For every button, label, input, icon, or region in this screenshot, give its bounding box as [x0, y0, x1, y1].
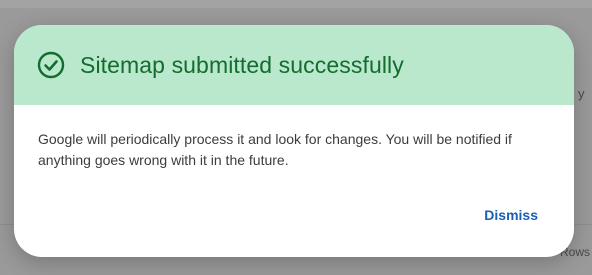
dialog-message: Google will periodically process it and … — [38, 131, 512, 168]
dialog-title: Sitemap submitted successfully — [80, 51, 404, 78]
background-top-bar — [0, 0, 592, 8]
dialog-header: Sitemap submitted successfully — [14, 25, 574, 105]
check-circle-icon — [36, 50, 66, 80]
dialog-actions: Dismiss — [14, 191, 574, 227]
success-dialog: Sitemap submitted successfully Google wi… — [14, 25, 574, 257]
background-label-fragment: y — [578, 86, 585, 101]
dismiss-button[interactable]: Dismiss — [476, 203, 546, 227]
